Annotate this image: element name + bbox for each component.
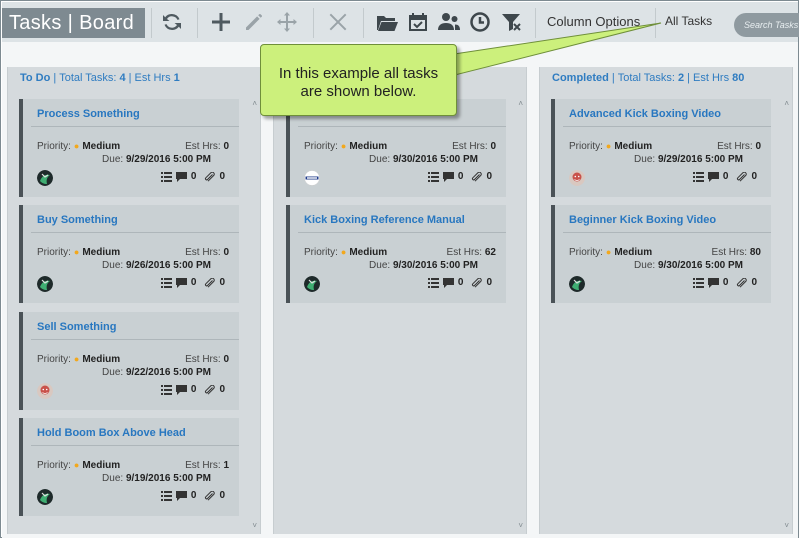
- callout-line-2: are shown below.: [300, 83, 417, 100]
- callout-tooltip: In this example all tasks are shown belo…: [260, 44, 457, 116]
- callout-line-1: In this example all tasks: [278, 65, 439, 82]
- app-frame: Tasks | Board Column Options All Tasks S…: [0, 0, 799, 538]
